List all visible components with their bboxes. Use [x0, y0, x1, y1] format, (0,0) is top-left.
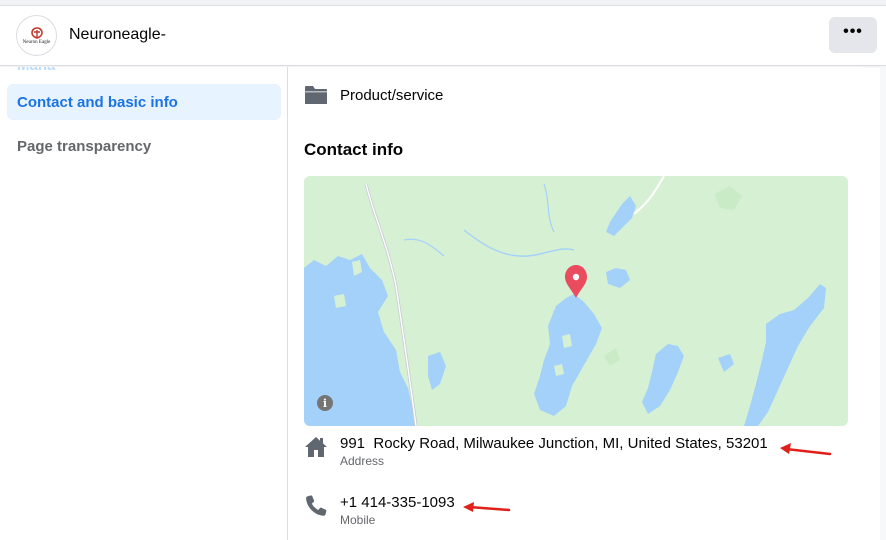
page-header: Neuron Eagle Neuroneagle- •••: [0, 7, 886, 66]
annotation-arrow-address: [780, 443, 832, 456]
home-icon: [305, 437, 327, 457]
address-label: Address: [340, 454, 385, 468]
page-avatar[interactable]: Neuron Eagle: [16, 15, 57, 56]
category-label: Product/service: [340, 86, 444, 104]
address-row: 991 Rocky Road, Milwaukee Junction, MI, …: [304, 434, 768, 469]
sidebar-cut-item: Mana: [17, 67, 55, 74]
sidebar-item-contact-and-basic-info[interactable]: Contact and basic info: [7, 84, 281, 120]
phone-label: Mobile: [340, 513, 376, 527]
phone-icon: [306, 495, 327, 516]
page-name[interactable]: Neuroneagle-: [69, 26, 166, 44]
annotation-arrow-phone: [463, 502, 511, 512]
logo-text: Neuron Eagle: [22, 39, 51, 45]
contact-info-title: Contact info: [304, 140, 404, 159]
folder-icon: [305, 86, 327, 104]
sidebar-item-label: Contact and basic info: [17, 93, 178, 111]
sidebar: Mana Contact and basic info Page transpa…: [0, 67, 288, 540]
main-content: Product/service Contact info i 991 Rocky…: [289, 67, 863, 540]
map-graphic: [304, 176, 848, 426]
sidebar-item-page-transparency[interactable]: Page transparency: [7, 128, 281, 164]
phone-row: +1 414-335-1093 Mobile: [304, 493, 455, 528]
map-info-icon[interactable]: i: [317, 395, 333, 411]
category-row: Product/service: [304, 85, 443, 105]
page: Neuron Eagle Neuroneagle- ••• Mana Conta…: [0, 0, 886, 540]
more-options-button[interactable]: •••: [829, 17, 877, 53]
scrollbar[interactable]: [880, 67, 886, 540]
location-map[interactable]: i: [304, 176, 848, 426]
sidebar-item-label: Page transparency: [17, 137, 152, 155]
phone-value: +1 414-335-1093: [340, 494, 455, 511]
address-value: 991 Rocky Road, Milwaukee Junction, MI, …: [340, 435, 768, 452]
eagle-logo-icon: [30, 26, 43, 39]
more-options-label: •••: [843, 23, 863, 40]
top-strip: [0, 0, 886, 6]
